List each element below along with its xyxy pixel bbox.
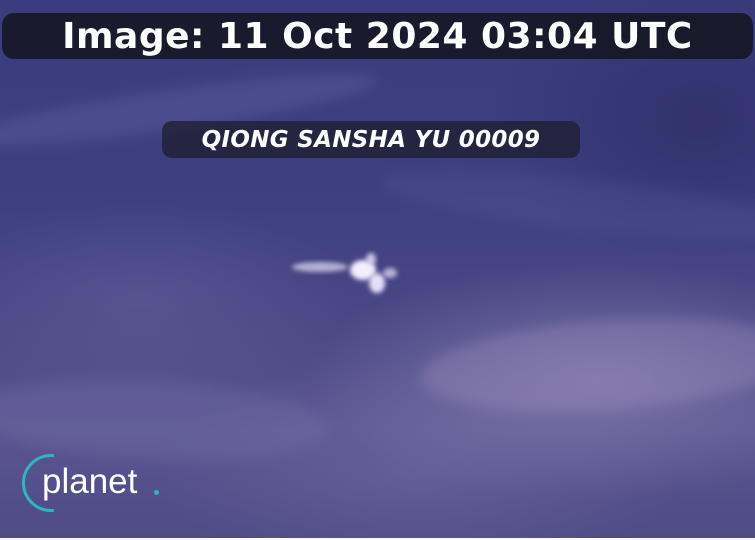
planet-logo-dot-icon — [154, 490, 159, 495]
timestamp-banner: Image: 11 Oct 2024 03:04 UTC — [2, 13, 753, 59]
vessel-object — [292, 253, 397, 293]
planet-wordmark: planet — [42, 462, 138, 501]
satellite-image: Image: 11 Oct 2024 03:04 UTC QIONG SANSH… — [0, 0, 755, 538]
image-timestamp: Image: 11 Oct 2024 03:04 UTC — [62, 15, 693, 57]
vessel-label: QIONG SANSHA YU 00009 — [162, 121, 580, 158]
cloud-streak — [378, 158, 755, 252]
planet-logo: planet — [18, 452, 168, 522]
vessel-name: QIONG SANSHA YU 00009 — [201, 126, 541, 153]
cloud-streak — [417, 306, 755, 424]
